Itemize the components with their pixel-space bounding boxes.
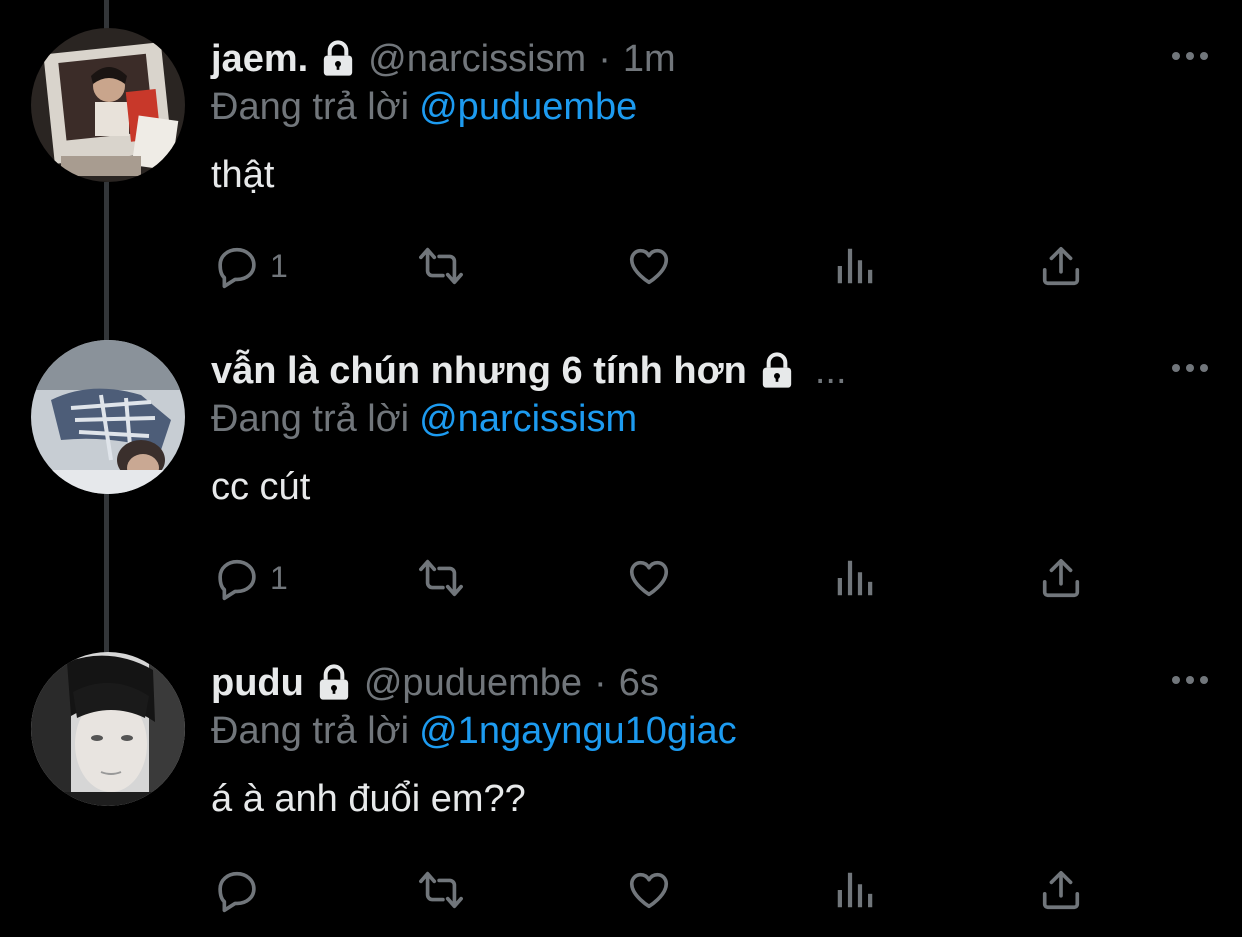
share-icon [1042,246,1080,286]
like-button[interactable] [626,236,672,296]
replying-to: Đang trả lời @narcissism [211,396,637,442]
tweet-actions: 1 [0,548,1242,608]
user-handle[interactable]: @narcissism [368,36,586,82]
tweet-text: thật [211,154,275,196]
reply-icon [218,871,256,913]
reply-icon [218,247,256,289]
lock-icon [314,663,354,703]
tweet[interactable]: pudu @puduembe · 6s Đang trả lời @1ngayng… [0,624,1242,936]
tweet-text: á à anh đuổi em?? [211,778,526,820]
replying-to-label: Đang trả lời [211,710,410,752]
reply-button[interactable]: 1 [214,548,288,608]
like-icon [629,560,669,597]
analytics-button[interactable] [832,860,878,920]
separator-dot: · [594,662,607,704]
like-button[interactable] [626,548,672,608]
replying-to: Đang trả lời @1ngayngu10giac [211,708,737,754]
display-name[interactable]: vẫn là chún nhưng 6 tính hơn [211,348,747,394]
tweet-thread: jaem. @narcissism · 1m Đang trả lời @pudu… [0,0,1242,937]
timestamp[interactable]: 6s [619,660,659,706]
like-button[interactable] [626,860,672,920]
timestamp[interactable]: 1m [623,36,676,82]
like-icon [629,872,669,909]
replying-to-label: Đang trả lời [211,86,410,128]
retweet-icon [419,559,463,597]
share-button[interactable] [1038,860,1084,920]
replying-to-label: Đang trả lời [211,398,410,440]
analytics-icon [837,248,873,284]
retweet-icon [419,871,463,909]
display-name[interactable]: jaem. [211,36,308,82]
reply-count: 1 [270,247,288,284]
reply-button[interactable] [214,860,270,920]
lock-icon [318,39,358,79]
analytics-icon [837,872,873,908]
avatar[interactable] [31,340,185,494]
mention-link[interactable]: @puduembe [419,86,637,128]
user-handle[interactable]: @puduembe [364,660,582,706]
reply-count: 1 [270,559,288,596]
tweet[interactable]: vẫn là chún nhưng 6 tính hơn ... Đang tr… [0,312,1242,624]
mention-link[interactable]: @narcissism [419,398,637,440]
share-icon [1042,558,1080,598]
retweet-button[interactable] [418,236,464,296]
separator-dot: · [598,38,611,80]
replying-to: Đang trả lời @puduembe [211,84,637,130]
name-truncation: ... [814,350,847,392]
reply-icon [218,559,256,601]
tweet-actions [0,860,1242,920]
analytics-button[interactable] [832,236,878,296]
share-button[interactable] [1038,548,1084,608]
tweet-text: cc cút [211,466,311,508]
mention-link[interactable]: @1ngayngu10giac [419,710,737,752]
avatar-image [31,652,185,806]
tweet-actions: 1 [0,236,1242,296]
avatar[interactable] [31,652,185,806]
avatar-image [31,28,185,182]
more-icon[interactable] [1170,36,1210,76]
display-name[interactable]: pudu [211,660,304,706]
tweet-header: jaem. @narcissism · 1m [211,36,676,82]
more-icon[interactable] [1170,348,1210,388]
tweet-header: vẫn là chún nhưng 6 tính hơn ... [211,348,847,394]
tweet-header: pudu @puduembe · 6s [211,660,659,706]
analytics-button[interactable] [832,548,878,608]
avatar[interactable] [31,28,185,182]
tweet[interactable]: jaem. @narcissism · 1m Đang trả lời @pudu… [0,0,1242,312]
like-icon [629,248,669,285]
retweet-button[interactable] [418,860,464,920]
reply-button[interactable]: 1 [214,236,288,296]
share-button[interactable] [1038,236,1084,296]
share-icon [1042,870,1080,910]
avatar-image [31,340,185,494]
more-icon[interactable] [1170,660,1210,700]
retweet-icon [419,247,463,285]
retweet-button[interactable] [418,548,464,608]
lock-icon [757,351,797,391]
analytics-icon [837,560,873,596]
